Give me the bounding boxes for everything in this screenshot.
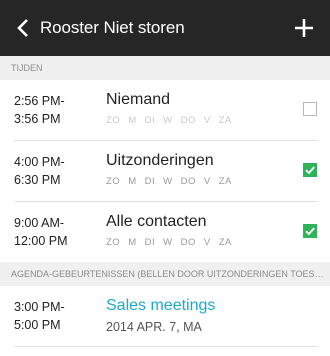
day-label: M: [128, 176, 137, 187]
section-header-times: TIJDEN: [0, 56, 330, 80]
day-label: W: [163, 237, 173, 248]
checked-checkbox[interactable]: [303, 163, 317, 177]
day-list: ZO M DI W DO V ZA: [106, 115, 240, 126]
event-date: 2014 APR. 7, MA: [106, 320, 202, 334]
day-label: V: [203, 176, 211, 187]
day-label: ZA: [218, 115, 232, 126]
unchecked-checkbox[interactable]: [303, 102, 317, 116]
day-label: ZO: [106, 115, 121, 126]
day-label: DI: [144, 176, 156, 187]
day-label: ZO: [106, 237, 121, 248]
day-label: ZO: [106, 176, 121, 187]
checked-checkbox[interactable]: [303, 224, 317, 238]
back-button[interactable]: [6, 0, 40, 56]
event-title: Sales meetings: [106, 297, 216, 314]
time-end: 3:56 PM: [14, 112, 61, 126]
day-list: ZO M DI W DO V ZA: [106, 237, 240, 248]
day-label: V: [203, 237, 211, 248]
page-title: Rooster Niet storen: [40, 18, 185, 37]
section-header-agenda: AGENDA-GEBEURTENISSEN (BELLEN DOOR UITZO…: [0, 262, 330, 286]
day-label: DO: [180, 176, 196, 187]
time-start: 3:00 PM-: [14, 300, 65, 314]
time-end: 6:30 PM: [14, 173, 61, 187]
schedule-row-niemand[interactable]: 2:56 PM- 3:56 PM Niemand ZO M DI W DO V ZA: [0, 80, 330, 140]
time-start: 4:00 PM-: [14, 155, 65, 169]
top-bar: Rooster Niet storen: [0, 0, 330, 56]
event-row-sales-meetings[interactable]: 3:00 PM- 5:00 PM Sales meetings 2014 APR…: [0, 286, 330, 346]
day-label: DI: [144, 115, 156, 126]
day-label: ZA: [218, 176, 232, 187]
plus-icon: [295, 19, 313, 37]
time-end: 12:00 PM: [14, 234, 68, 248]
day-label: W: [163, 176, 173, 187]
time-start: 9:00 AM-: [14, 216, 65, 230]
time-range: 9:00 AM- 12:00 PM: [14, 202, 94, 262]
day-label: V: [203, 115, 211, 126]
time-range: 3:00 PM- 5:00 PM: [14, 286, 94, 346]
day-label: DI: [144, 237, 156, 248]
day-label: ZA: [218, 237, 232, 248]
schedule-label: Alle contacten: [106, 213, 207, 230]
time-range: 4:00 PM- 6:30 PM: [14, 141, 94, 201]
divider: [14, 346, 318, 347]
day-list: ZO M DI W DO V ZA: [106, 176, 240, 187]
back-arrow-icon: [17, 19, 28, 37]
schedule-row-alle-contacten[interactable]: 9:00 AM- 12:00 PM Alle contacten ZO M DI W D…: [0, 202, 330, 262]
day-label: W: [163, 115, 173, 126]
add-button[interactable]: [288, 12, 320, 44]
time-end: 5:00 PM: [14, 318, 61, 332]
day-label: M: [128, 237, 137, 248]
time-start: 2:56 PM-: [14, 94, 65, 108]
day-label: M: [128, 115, 137, 126]
day-label: DO: [180, 237, 196, 248]
schedule-label: Uitzonderingen: [106, 152, 214, 169]
day-label: DO: [180, 115, 196, 126]
time-range: 2:56 PM- 3:56 PM: [14, 80, 94, 140]
schedule-row-uitzonderingen[interactable]: 4:00 PM- 6:30 PM Uitzonderingen ZO M DI W DO…: [0, 141, 330, 201]
schedule-label: Niemand: [106, 91, 171, 108]
